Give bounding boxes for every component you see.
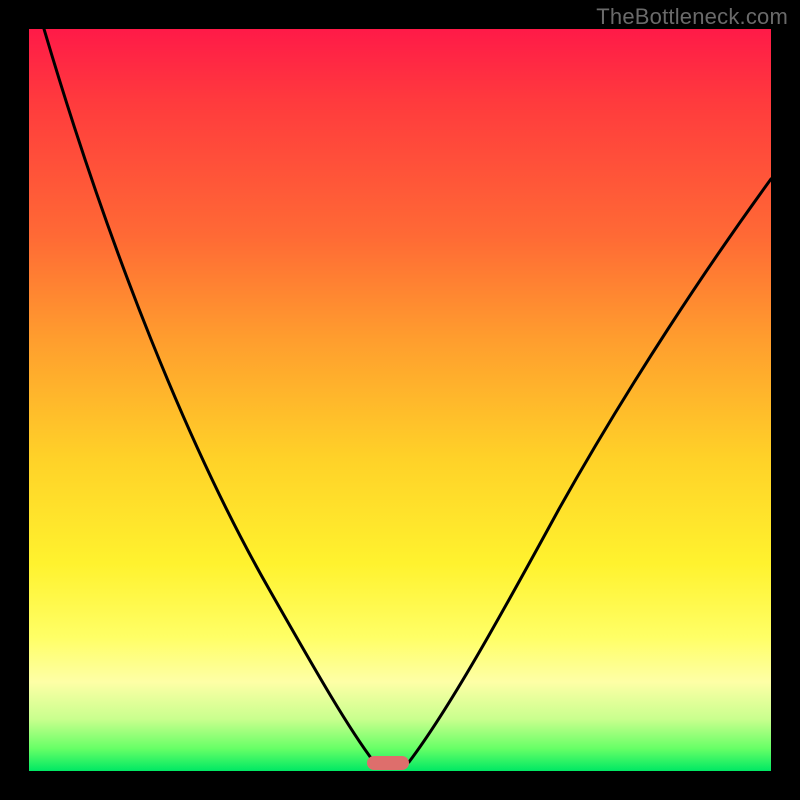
chart-frame: TheBottleneck.com [0, 0, 800, 800]
curve-left-branch [44, 29, 374, 762]
optimum-marker [367, 756, 409, 770]
bottleneck-curve [29, 29, 771, 771]
plot-area [29, 29, 771, 771]
watermark-text: TheBottleneck.com [596, 4, 788, 30]
curve-right-branch [409, 179, 771, 762]
